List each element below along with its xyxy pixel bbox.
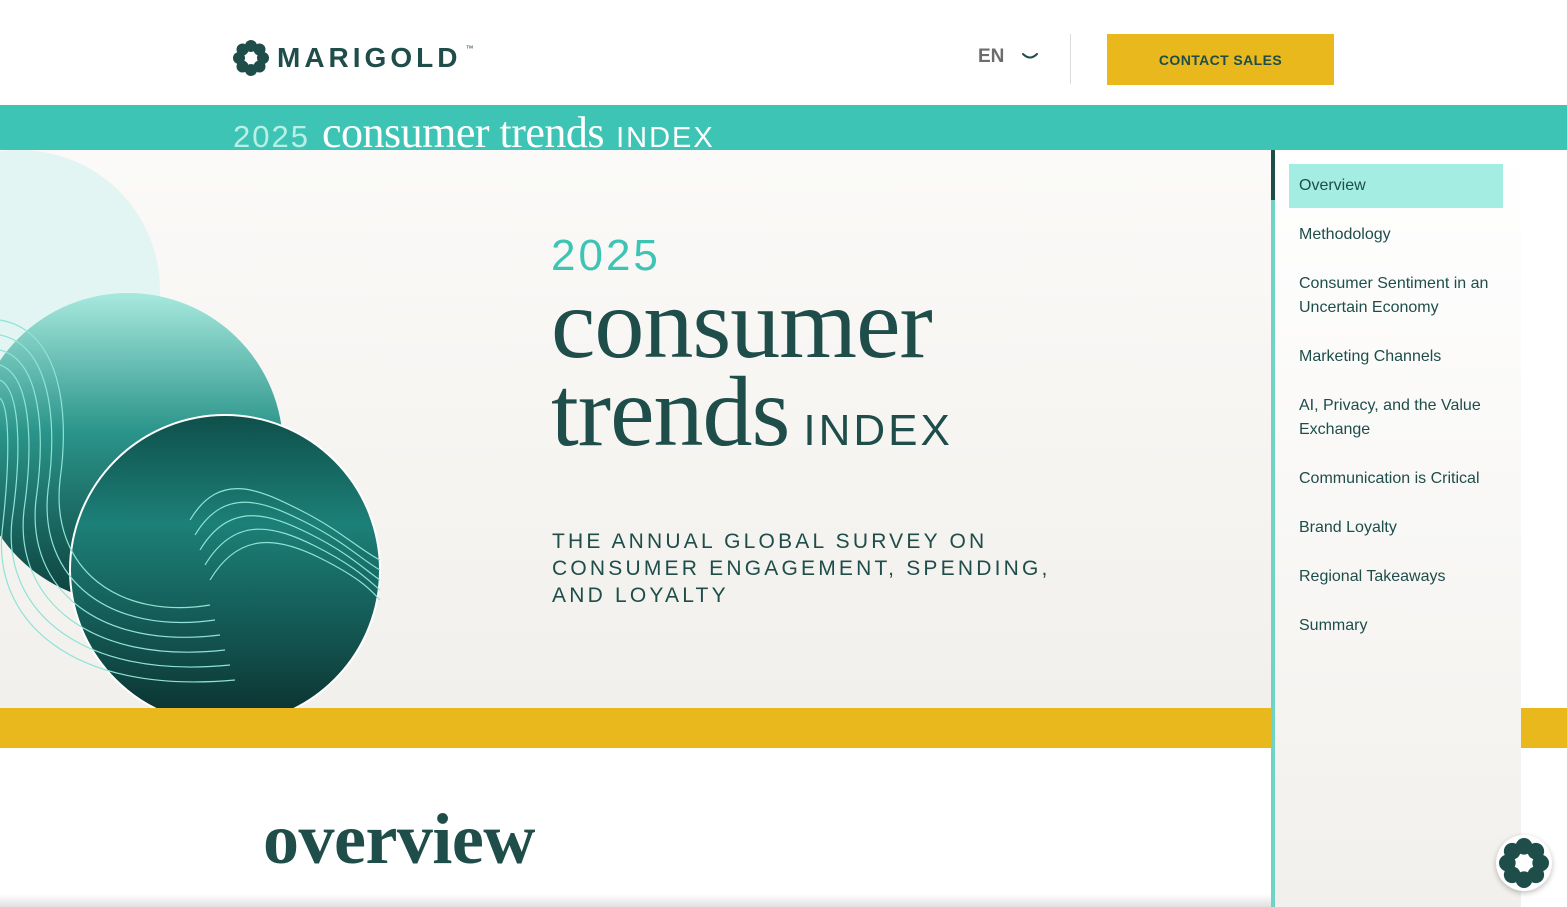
side-nav-list: Overview Methodology Consumer Sentiment … xyxy=(1289,164,1503,653)
logo-wordmark: MARIGOLD xyxy=(277,42,462,73)
banner-index: INDEX xyxy=(616,122,715,150)
nav-item-regional-takeaways[interactable]: Regional Takeaways xyxy=(1289,555,1503,599)
site-header: MARIGOLD ™ EN CONTACT SALES xyxy=(0,0,1567,105)
nav-item-consumer-sentiment[interactable]: Consumer Sentiment in an Uncertain Econo… xyxy=(1289,262,1503,330)
nav-item-ai-privacy[interactable]: AI, Privacy, and the Value Exchange xyxy=(1289,384,1503,452)
nav-item-marketing-channels[interactable]: Marketing Channels xyxy=(1289,335,1503,379)
nav-item-summary[interactable]: Summary xyxy=(1289,604,1503,648)
banner-title: consumer trends xyxy=(321,108,605,150)
marigold-flower-icon xyxy=(233,40,269,76)
hero-index-label: INDEX xyxy=(803,406,953,455)
hero-subtitle: THE ANNUAL GLOBAL SURVEY ON CONSUMER ENG… xyxy=(552,530,1051,607)
hero-title-line2: trends INDEX xyxy=(551,362,953,475)
language-selector[interactable]: EN xyxy=(978,46,1039,68)
nav-item-communication[interactable]: Communication is Critical xyxy=(1289,457,1503,501)
nav-item-overview[interactable]: Overview xyxy=(1289,164,1503,208)
sticky-report-banner: 2025 consumer trends INDEX xyxy=(0,105,1567,150)
contact-sales-button[interactable]: CONTACT SALES xyxy=(1107,34,1334,85)
hero-abstract-art xyxy=(0,150,381,708)
language-label: EN xyxy=(978,46,1005,67)
chevron-down-icon xyxy=(1022,53,1039,59)
hero-title-trends: trends xyxy=(551,356,790,467)
banner-title-line: 2025 consumer trends INDEX xyxy=(233,107,715,150)
content-card-shadow xyxy=(0,894,1272,907)
hero-section: 2025 consumer trends INDEX THE ANNUAL GLO… xyxy=(0,150,1272,708)
hero-title-line1: consumer xyxy=(551,268,933,379)
hero-title-block: 2025 consumer trends INDEX xyxy=(551,232,953,475)
report-side-nav: Overview Methodology Consumer Sentiment … xyxy=(1271,150,1521,907)
cookie-settings-button[interactable] xyxy=(1496,835,1552,891)
overview-heading: overview xyxy=(263,799,535,879)
nav-item-brand-loyalty[interactable]: Brand Loyalty xyxy=(1289,506,1503,550)
header-divider xyxy=(1070,34,1071,84)
gear-icon xyxy=(1499,838,1549,888)
marigold-logo[interactable]: MARIGOLD ™ xyxy=(233,40,473,76)
banner-year: 2025 xyxy=(233,119,310,150)
trademark-symbol: ™ xyxy=(465,43,474,53)
nav-item-methodology[interactable]: Methodology xyxy=(1289,213,1503,257)
